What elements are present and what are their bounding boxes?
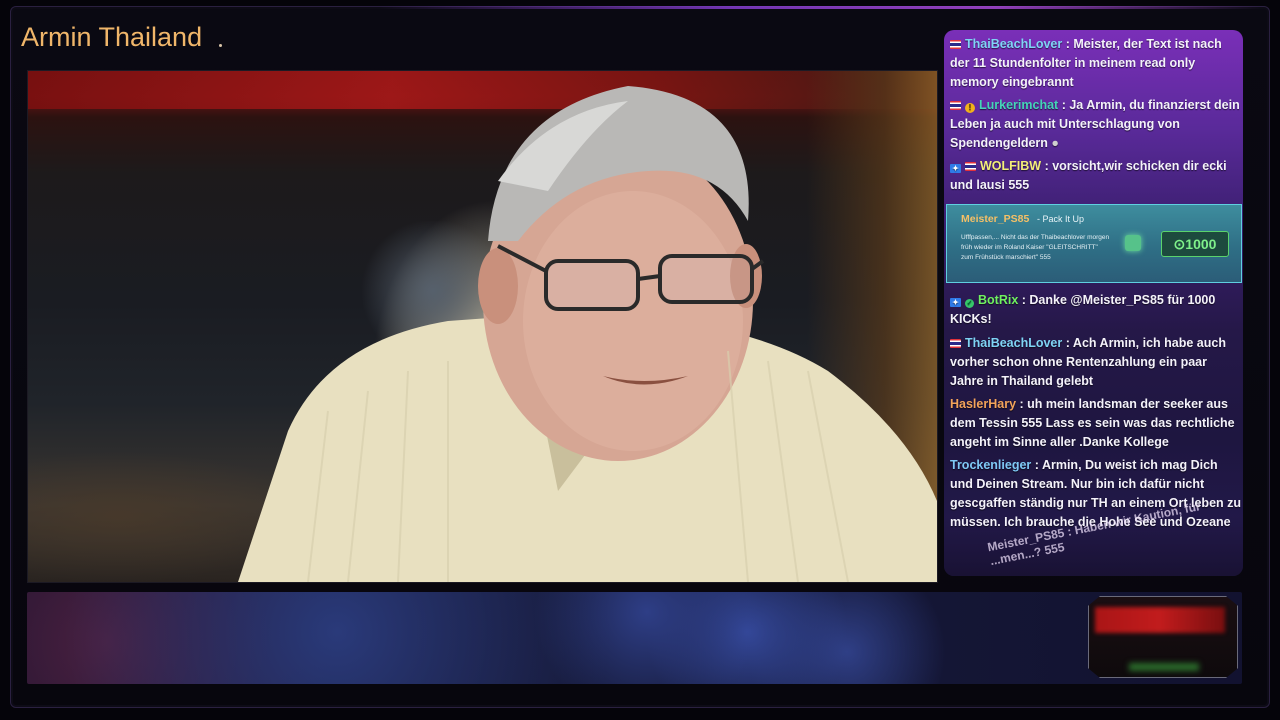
warning-badge-icon: !: [965, 103, 975, 113]
gift-tier: - Pack It Up: [1037, 214, 1085, 224]
gift-username[interactable]: Meister_PS85: [961, 213, 1029, 225]
emote-icon: ●: [1051, 136, 1059, 150]
chat-username[interactable]: BotRix: [978, 293, 1018, 307]
bottom-banner: [27, 592, 1242, 684]
gift-amount-badge: ⊙1000: [1161, 231, 1229, 257]
chat-username[interactable]: Trockenlieger: [950, 458, 1031, 472]
chat-username[interactable]: ThaiBeachLover: [965, 336, 1062, 350]
streamer-figure: [238, 86, 937, 582]
webcam-video[interactable]: [27, 70, 938, 583]
chat-message: ✦ ✓ BotRix : Danke @Meister_PS85 für 1000 …: [950, 291, 1241, 329]
title-dot: [219, 44, 222, 47]
thai-flag-icon: [950, 40, 961, 49]
gift-box-icon: [1125, 235, 1141, 251]
chat-message: ThaiBeachLover : Ach Armin, ich habe auc…: [950, 334, 1241, 391]
secondary-camera-box[interactable]: [1088, 596, 1238, 678]
chat-username[interactable]: ThaiBeachLover: [965, 37, 1062, 51]
bot-badge-icon: ✦: [950, 298, 961, 307]
thai-flag-icon: [965, 162, 976, 171]
gift-card: Meister_PS85 - Pack It Up Ufffpassen,...…: [946, 204, 1242, 283]
gift-amount: 1000: [1185, 236, 1217, 252]
channel-title: Armin Thailand: [21, 22, 203, 52]
chat-message: ✦ WOLFIBW : vorsicht,wir schicken dir eck…: [950, 157, 1241, 195]
camera-green-light: [1129, 663, 1199, 671]
chat-username[interactable]: HaslerHary: [950, 397, 1016, 411]
top-glow-line: [380, 6, 1260, 9]
kick-coin-icon: ⊙: [1173, 236, 1186, 252]
chat-username[interactable]: Lurkerimchat: [979, 98, 1058, 112]
verified-badge-icon: ✦: [950, 164, 961, 173]
thai-flag-icon: [950, 339, 961, 348]
chat-message: ! Lurkerimchat : Ja Armin, du finanzierst…: [950, 96, 1241, 153]
gift-message: Ufffpassen,... Nicht das der Thaibeachlo…: [961, 234, 1110, 261]
camera-red-light: [1095, 607, 1225, 633]
chat-message: HaslerHary : uh mein landsman der seeker…: [950, 395, 1241, 452]
check-badge-icon: ✓: [965, 299, 974, 308]
chat-message: ThaiBeachLover : Meister, der Text ist n…: [950, 35, 1241, 92]
thai-flag-icon: [950, 101, 961, 110]
chat-username[interactable]: WOLFIBW: [980, 159, 1041, 173]
